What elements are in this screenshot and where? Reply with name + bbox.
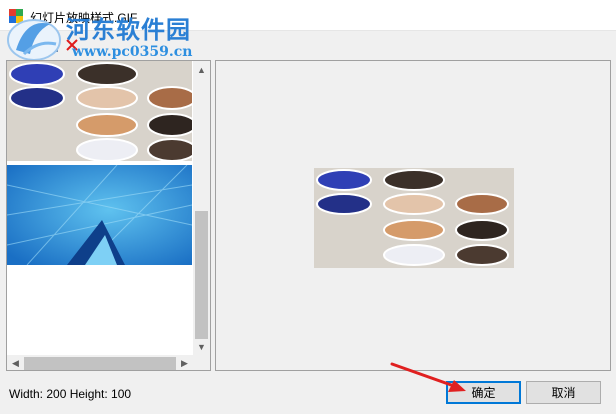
scroll-corner [193, 355, 210, 370]
image-dimensions-status: Width: 200 Height: 100 [9, 387, 132, 401]
title-bar: 幻灯片放映样式.GIF [0, 0, 616, 31]
horizontal-scrollbar[interactable]: ◀ ▶ [7, 355, 193, 370]
window-title: 幻灯片放映样式.GIF [30, 11, 138, 25]
image-icon[interactable] [40, 36, 60, 54]
vertical-scroll-thumb[interactable] [195, 211, 208, 339]
close-icon[interactable] [62, 36, 82, 54]
gif-file-icon [9, 9, 23, 23]
vertical-scrollbar[interactable]: ▲ ▼ [193, 61, 210, 355]
horizontal-scroll-thumb[interactable] [24, 357, 176, 370]
thumbnail-blue-pattern[interactable] [7, 165, 192, 265]
ok-button[interactable]: 确定 [446, 381, 521, 404]
preview-panel [215, 60, 611, 371]
scroll-down-icon[interactable]: ▼ [193, 338, 210, 355]
toolbar [0, 31, 616, 58]
scroll-up-icon[interactable]: ▲ [193, 61, 210, 78]
scroll-right-icon[interactable]: ▶ [176, 355, 193, 370]
scroll-left-icon[interactable]: ◀ [7, 355, 24, 370]
cancel-button[interactable]: 取消 [526, 381, 601, 404]
thumbnail-slideshow-style[interactable] [7, 61, 192, 161]
thumbnail-list[interactable]: ▲ ▼ ◀ ▶ [6, 60, 211, 371]
preview-image [314, 168, 514, 268]
